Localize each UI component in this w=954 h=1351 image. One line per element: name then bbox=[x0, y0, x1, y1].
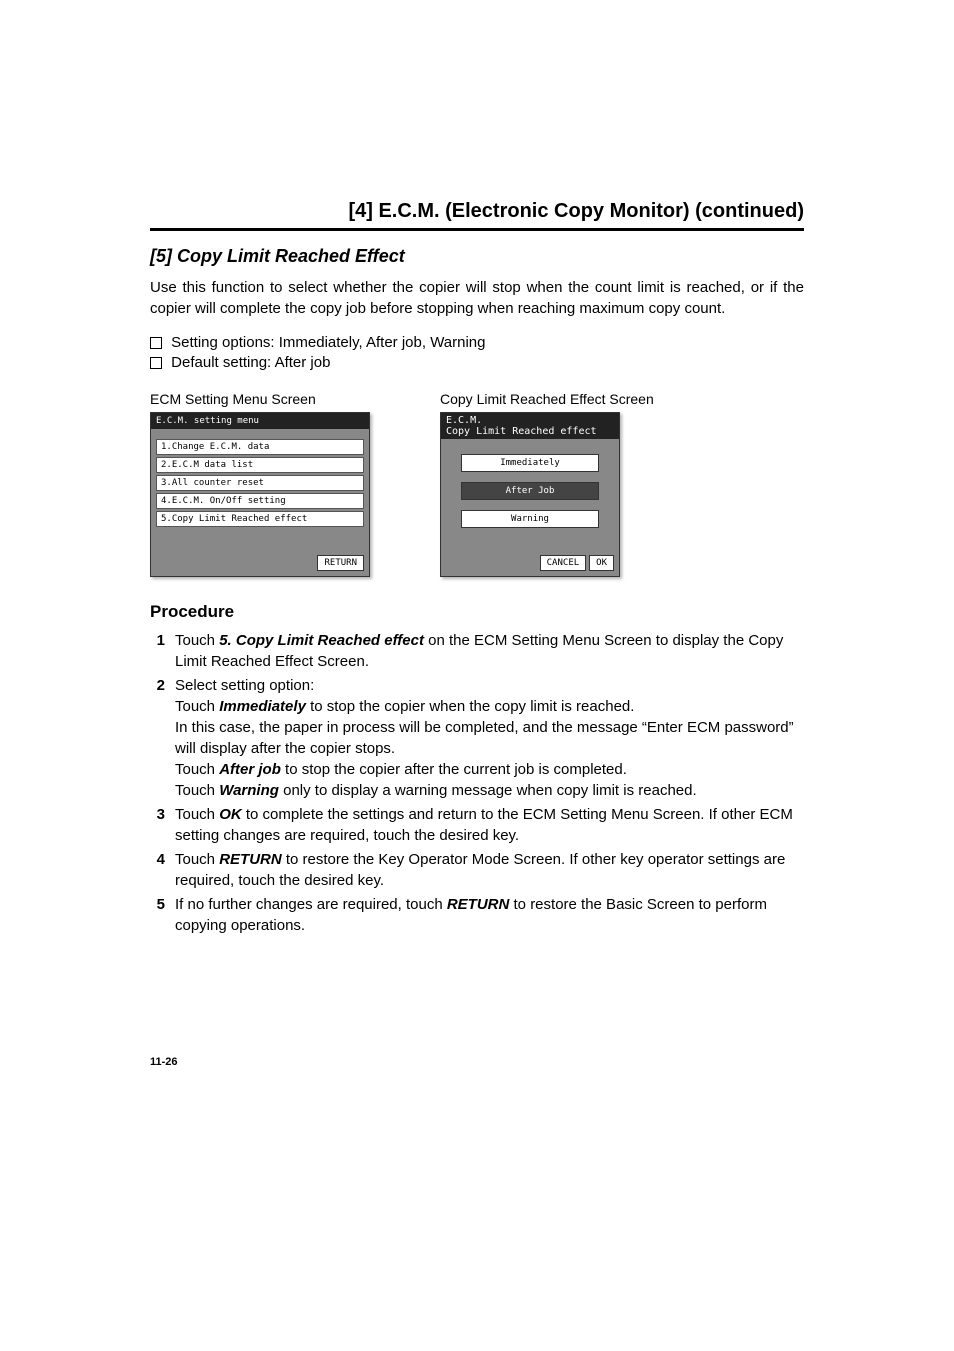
menu-screen-title: E.C.M. setting menu bbox=[151, 413, 369, 429]
effect-bottom-buttons: CANCEL OK bbox=[540, 555, 614, 571]
subsection-description: Use this function to select whether the … bbox=[150, 277, 804, 319]
effect-options-list: Immediately After Job Warning bbox=[441, 439, 619, 533]
checkbox-icon bbox=[150, 337, 162, 349]
option-warning[interactable]: Warning bbox=[461, 510, 599, 528]
setting-options-text: Setting options: Immediately, After job,… bbox=[171, 334, 485, 351]
procedure-step: 4Touch RETURN to restore the Key Operato… bbox=[150, 849, 804, 891]
checkbox-icon bbox=[150, 357, 162, 369]
subsection-title: [5] Copy Limit Reached Effect bbox=[150, 246, 804, 267]
step-number: 5 bbox=[150, 894, 175, 936]
screens-row: ECM Setting Menu Screen E.C.M. setting m… bbox=[150, 391, 804, 577]
step-number: 1 bbox=[150, 630, 175, 672]
setting-options-line: Setting options: Immediately, After job,… bbox=[150, 334, 804, 351]
ecm-setting-menu-screen: E.C.M. setting menu 1.Change E.C.M. data… bbox=[150, 412, 370, 577]
step-text: Touch 5. Copy Limit Reached effect on th… bbox=[175, 630, 804, 672]
menu-screen-block: ECM Setting Menu Screen E.C.M. setting m… bbox=[150, 391, 370, 577]
page-number: 11-26 bbox=[150, 1056, 804, 1068]
procedure-title: Procedure bbox=[150, 602, 804, 622]
effect-screen-label: Copy Limit Reached Effect Screen bbox=[440, 391, 654, 407]
menu-screen-label: ECM Setting Menu Screen bbox=[150, 391, 370, 407]
menu-item-copy-limit-reached-effect[interactable]: 5.Copy Limit Reached effect bbox=[156, 511, 364, 527]
procedure-step: 1Touch 5. Copy Limit Reached effect on t… bbox=[150, 630, 804, 672]
default-setting-line: Default setting: After job bbox=[150, 354, 804, 371]
default-setting-text: Default setting: After job bbox=[171, 354, 330, 371]
return-button[interactable]: RETURN bbox=[317, 555, 364, 571]
step-text: If no further changes are required, touc… bbox=[175, 894, 804, 936]
effect-screen-subtitle: Copy Limit Reached effect bbox=[446, 426, 614, 437]
option-after-job[interactable]: After Job bbox=[461, 482, 599, 500]
step-number: 2 bbox=[150, 675, 175, 801]
step-text: Select setting option:Touch Immediately … bbox=[175, 675, 804, 801]
option-immediately[interactable]: Immediately bbox=[461, 454, 599, 472]
procedure-step: 5If no further changes are required, tou… bbox=[150, 894, 804, 936]
cancel-button[interactable]: CANCEL bbox=[540, 555, 587, 571]
section-header: [4] E.C.M. (Electronic Copy Monitor) (co… bbox=[150, 200, 804, 231]
step-text: Touch OK to complete the settings and re… bbox=[175, 804, 804, 846]
menu-items-list: 1.Change E.C.M. data 2.E.C.M data list 3… bbox=[151, 429, 369, 534]
menu-item-ecm-on-off-setting[interactable]: 4.E.C.M. On/Off setting bbox=[156, 493, 364, 509]
procedure-step: 3Touch OK to complete the settings and r… bbox=[150, 804, 804, 846]
ok-button[interactable]: OK bbox=[589, 555, 614, 571]
effect-screen-title: E.C.M. bbox=[446, 415, 614, 426]
effect-screen-block: Copy Limit Reached Effect Screen E.C.M. … bbox=[440, 391, 654, 577]
step-number: 3 bbox=[150, 804, 175, 846]
copy-limit-effect-screen: E.C.M. Copy Limit Reached effect Immedia… bbox=[440, 412, 620, 577]
menu-item-all-counter-reset[interactable]: 3.All counter reset bbox=[156, 475, 364, 491]
step-text: Touch RETURN to restore the Key Operator… bbox=[175, 849, 804, 891]
procedure-step: 2Select setting option:Touch Immediately… bbox=[150, 675, 804, 801]
step-number: 4 bbox=[150, 849, 175, 891]
menu-item-change-ecm-data[interactable]: 1.Change E.C.M. data bbox=[156, 439, 364, 455]
menu-item-ecm-data-list[interactable]: 2.E.C.M data list bbox=[156, 457, 364, 473]
procedure-list: 1Touch 5. Copy Limit Reached effect on t… bbox=[150, 630, 804, 936]
